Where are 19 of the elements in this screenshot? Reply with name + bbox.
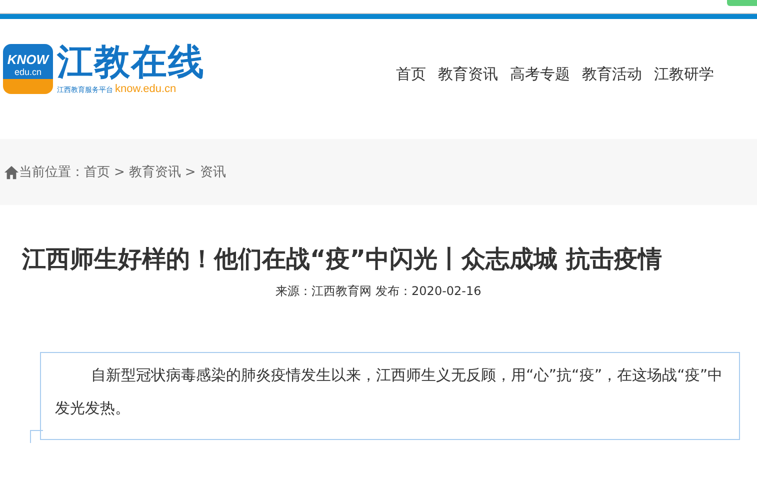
breadcrumb-separator: >	[184, 164, 196, 180]
tab-indicator	[727, 0, 757, 6]
nav-link[interactable]: 教育活动	[582, 64, 642, 84]
article-meta: 来源：江西教育网 发布：2020-02-16	[274, 283, 482, 300]
breadcrumb-link[interactable]: 首页	[84, 163, 110, 181]
logo-name: 江教在线	[57, 43, 205, 83]
breadcrumb-separator: >	[114, 164, 125, 180]
nav-link[interactable]: 首页	[396, 64, 426, 84]
summary-text: 自新型冠状病毒感染的肺炎疫情发生以来，江西师生义无反顾，用“心”抗“疫”，在这场战“疫”中发光发热。	[55, 365, 724, 419]
logo-domain: know.edu.cn	[115, 83, 176, 95]
breadcrumb-link[interactable]: 教育资讯	[128, 163, 181, 181]
nav-link[interactable]: 高考专题	[510, 64, 570, 84]
breadcrumb-label: 当前位置：	[19, 164, 84, 181]
home-icon	[4, 164, 19, 180]
article-title: 江西师生好样的！他们在战“疫”中闪光丨众志成城 抗击疫情	[22, 244, 663, 275]
breadcrumb-link[interactable]: 资讯	[200, 163, 226, 181]
nav-link[interactable]: 江教研学	[654, 64, 714, 84]
nav-link[interactable]: 教育资讯	[438, 64, 498, 84]
logo-badge: KNOW edu.cn	[3, 44, 53, 94]
